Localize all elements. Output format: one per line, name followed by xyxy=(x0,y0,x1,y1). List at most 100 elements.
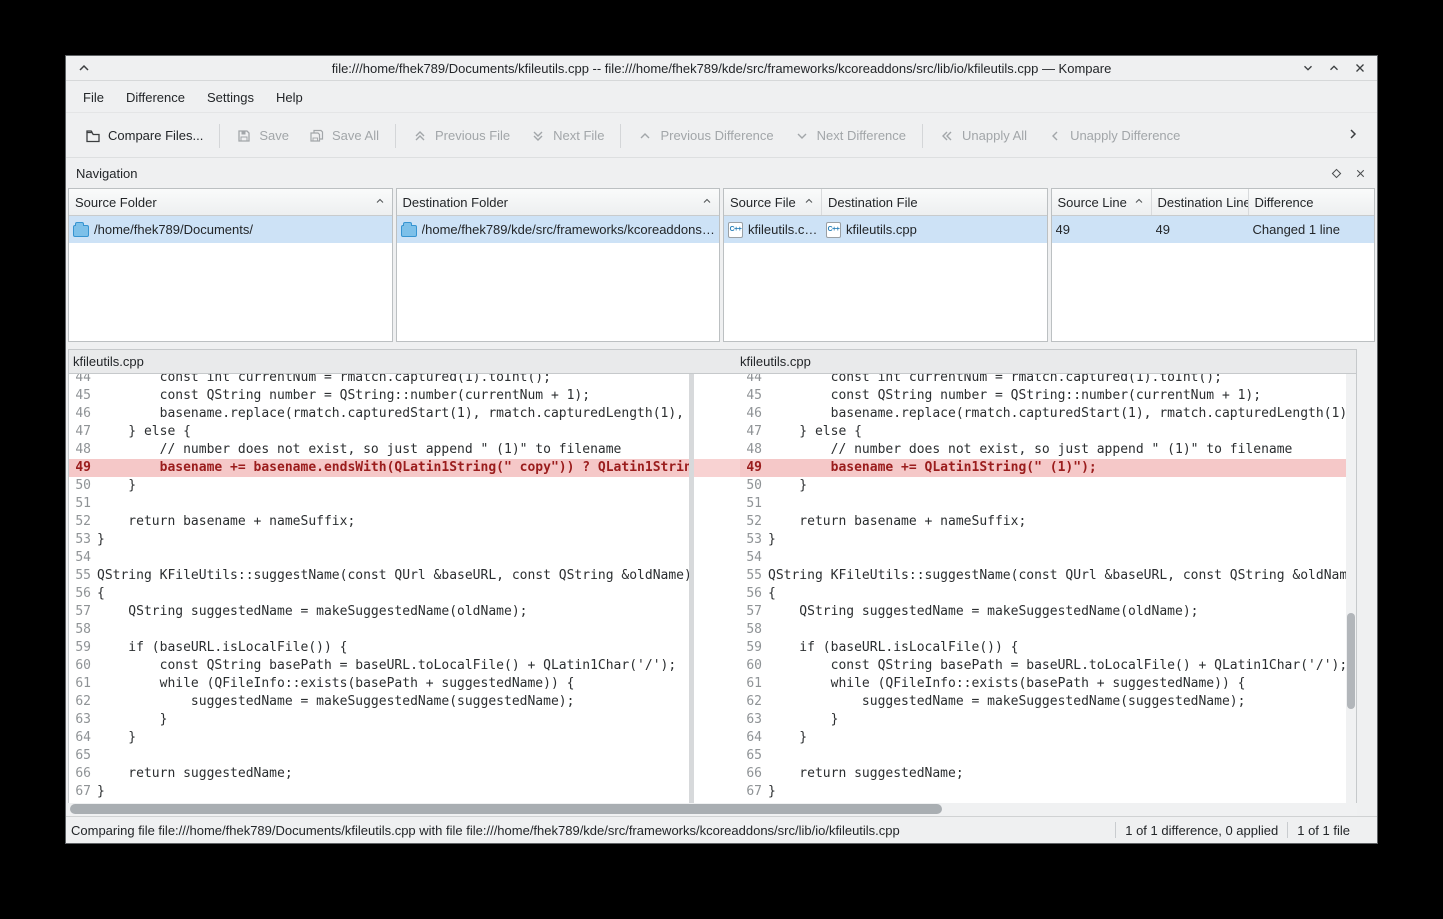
next-file-button[interactable]: Next File xyxy=(521,121,613,151)
double-chevron-left-icon xyxy=(939,128,955,144)
close-button[interactable] xyxy=(1353,61,1367,75)
files-row[interactable]: kfileutils.cpp kfileutils.cpp xyxy=(724,216,1047,243)
destination-line-column-header[interactable]: Destination Line xyxy=(1152,189,1249,215)
code-line: 56{ xyxy=(740,585,1356,603)
line-number: 64 xyxy=(69,729,93,747)
vertical-scrollbar-thumb[interactable] xyxy=(1347,613,1355,709)
difference-column-header[interactable]: Difference xyxy=(1249,189,1375,215)
line-number: 52 xyxy=(740,513,764,531)
code-line: 47 } else { xyxy=(69,423,689,441)
minimize-button[interactable] xyxy=(1301,61,1315,75)
code-text xyxy=(764,549,768,567)
menu-difference[interactable]: Difference xyxy=(115,85,196,110)
source-folder-row[interactable]: /home/fhek789/Documents/ xyxy=(69,216,392,243)
code-line: 66 return suggestedName; xyxy=(69,765,689,783)
menu-file[interactable]: File xyxy=(72,85,115,110)
line-number: 58 xyxy=(740,621,764,639)
line-number: 67 xyxy=(740,783,764,801)
destination-folder-row[interactable]: /home/fhek789/kde/src/frameworks/kcoread… xyxy=(397,216,720,243)
code-text xyxy=(93,549,97,567)
line-number: 45 xyxy=(740,387,764,405)
source-file-header-label: Source File xyxy=(730,195,796,210)
code-line: 67} xyxy=(740,783,1356,801)
toolbar-overflow-button[interactable] xyxy=(1339,120,1367,151)
line-number: 67 xyxy=(69,783,93,801)
code-line: 48 // number does not exist, so just app… xyxy=(740,441,1356,459)
code-line: 47 } else { xyxy=(740,423,1356,441)
dock-close-button[interactable] xyxy=(1354,167,1367,180)
menu-help[interactable]: Help xyxy=(265,85,314,110)
destination-folder-pane: Destination Folder /home/fhek789/kde/src… xyxy=(396,188,721,342)
unapply-all-button[interactable]: Unapply All xyxy=(930,121,1036,151)
line-number: 46 xyxy=(69,405,93,423)
code-text: } xyxy=(764,783,776,801)
maximize-button[interactable] xyxy=(1327,61,1341,75)
destination-code-pane[interactable]: 44 const int currentNum = rmatch.capture… xyxy=(740,374,1356,803)
line-number: 63 xyxy=(740,711,764,729)
code-text: } xyxy=(764,477,807,495)
compare-files-button[interactable]: Compare Files... xyxy=(76,121,212,151)
window-controls xyxy=(1301,61,1367,75)
source-folder-list[interactable]: /home/fhek789/Documents/ xyxy=(69,216,392,341)
line-number: 44 xyxy=(69,374,93,387)
line-number: 59 xyxy=(69,639,93,657)
code-text: const QString basePath = baseURL.toLocal… xyxy=(93,657,676,675)
destination-filename: kfileutils.cpp xyxy=(740,354,811,369)
source-line-column-header[interactable]: Source Line xyxy=(1052,189,1152,215)
code-line: 53} xyxy=(69,531,689,549)
files-list[interactable]: kfileutils.cpp kfileutils.cpp xyxy=(724,216,1047,341)
source-file-column-header[interactable]: Source File xyxy=(724,189,822,215)
menu-settings[interactable]: Settings xyxy=(196,85,265,110)
line-number: 64 xyxy=(740,729,764,747)
code-line: 51 xyxy=(740,495,1356,513)
titlebar[interactable]: file:///home/fhek789/Documents/kfileutil… xyxy=(66,56,1377,81)
line-number: 50 xyxy=(69,477,93,495)
code-text: suggestedName = makeSuggestedName(sugges… xyxy=(93,693,574,711)
code-line: 61 while (QFileInfo::exists(basePath + s… xyxy=(740,675,1356,693)
destination-folder-column-header[interactable]: Destination Folder xyxy=(397,189,720,215)
source-code-pane[interactable]: 44 const int currentNum = rmatch.capture… xyxy=(69,374,689,803)
code-text: QString KFileUtils::suggestName(const QU… xyxy=(93,567,689,585)
lines-list[interactable]: 49 49 Changed 1 line xyxy=(1052,216,1375,341)
save-button[interactable]: Save xyxy=(227,121,298,151)
code-line: 63 } xyxy=(69,711,689,729)
code-text: // number does not exist, so just append… xyxy=(93,441,621,459)
lines-pane: Source Line Destination Line Difference … xyxy=(1051,188,1376,342)
source-folder-column-header[interactable]: Source Folder xyxy=(69,189,392,215)
source-folder-pane: Source Folder /home/fhek789/Documents/ xyxy=(68,188,393,342)
code-lines: 44 const int currentNum = rmatch.capture… xyxy=(740,374,1356,801)
code-line: 45 const QString number = QString::numbe… xyxy=(69,387,689,405)
source-line-header-label: Source Line xyxy=(1058,195,1127,210)
code-line: 51 xyxy=(69,495,689,513)
save-all-button[interactable]: Save All xyxy=(300,121,388,151)
difference-row[interactable]: 49 49 Changed 1 line xyxy=(1052,216,1375,243)
destination-file-column-header[interactable]: Destination File xyxy=(822,189,1047,215)
line-number: 53 xyxy=(69,531,93,549)
code-line: 50 } xyxy=(69,477,689,495)
code-text: QString suggestedName = makeSuggestedNam… xyxy=(764,603,1198,621)
code-text xyxy=(93,621,97,639)
code-line: 60 const QString basePath = baseURL.toLo… xyxy=(740,657,1356,675)
changed-code-line[interactable]: 49 basename += QLatin1String(" (1)"); xyxy=(740,459,1356,477)
line-number: 45 xyxy=(69,387,93,405)
horizontal-scrollbar[interactable] xyxy=(68,803,1357,816)
destination-line-header-label: Destination Line xyxy=(1158,195,1249,210)
previous-difference-button[interactable]: Previous Difference xyxy=(628,121,782,151)
dock-float-button[interactable] xyxy=(1330,167,1343,180)
unapply-difference-button[interactable]: Unapply Difference xyxy=(1038,121,1189,151)
double-chevron-up-icon xyxy=(412,128,428,144)
code-line: 63 } xyxy=(740,711,1356,729)
vertical-scrollbar[interactable] xyxy=(1346,374,1356,803)
horizontal-scrollbar-thumb[interactable] xyxy=(70,804,942,814)
next-difference-button[interactable]: Next Difference xyxy=(785,121,915,151)
code-line: 54 xyxy=(740,549,1356,567)
dock-buttons xyxy=(1330,167,1367,180)
changed-code-line[interactable]: 49 basename += basename.endsWith(QLatin1… xyxy=(69,459,689,477)
previous-file-button[interactable]: Previous File xyxy=(403,121,519,151)
code-line: 57 QString suggestedName = makeSuggested… xyxy=(69,603,689,621)
previous-file-label: Previous File xyxy=(435,128,510,143)
folder-icon xyxy=(73,225,89,237)
code-line: 61 while (QFileInfo::exists(basePath + s… xyxy=(69,675,689,693)
source-folder-path: /home/fhek789/Documents/ xyxy=(94,222,253,237)
destination-folder-list[interactable]: /home/fhek789/kde/src/frameworks/kcoread… xyxy=(397,216,720,341)
